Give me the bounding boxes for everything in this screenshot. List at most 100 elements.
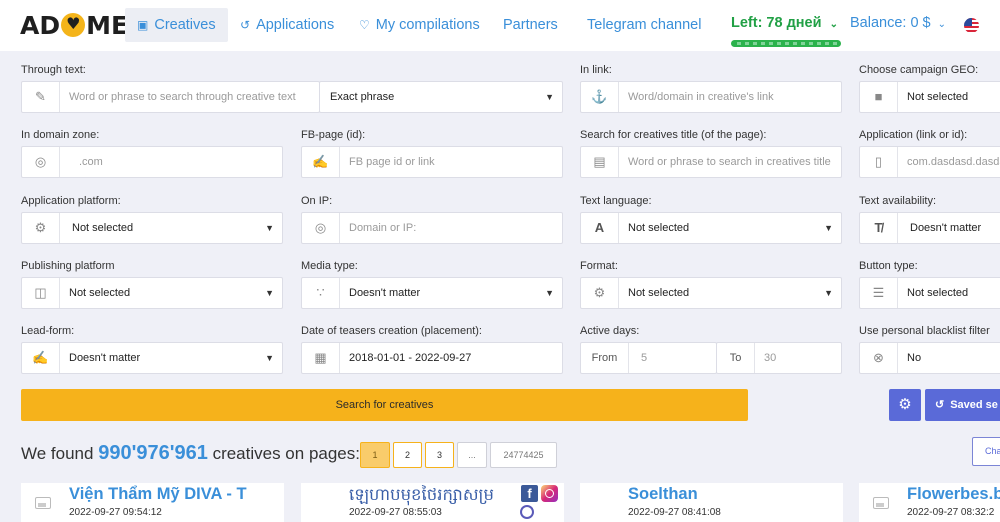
results-count: We found 990'976'961 creatives on pages: bbox=[21, 442, 360, 465]
through-text-input[interactable]: ✎ Word or phrase to search through creat… bbox=[21, 81, 320, 113]
text-language-select[interactable]: A Not selected ▼ bbox=[580, 212, 842, 244]
through-text-label: Through text: bbox=[21, 64, 86, 76]
nav-creatives-label: Creatives bbox=[154, 17, 216, 33]
publishing-platform-label: Publishing platform bbox=[21, 260, 115, 272]
active-days-from-placeholder: 5 bbox=[641, 352, 648, 364]
campaign-geo-value: Not selected bbox=[907, 91, 969, 103]
campaign-geo-label: Choose campaign GEO: bbox=[859, 64, 979, 76]
active-days-from-input[interactable]: From 5 bbox=[580, 342, 717, 374]
on-ip-placeholder: Domain or IP: bbox=[349, 222, 417, 234]
chevron-down-icon: ▼ bbox=[824, 223, 833, 233]
button-type-label: Button type: bbox=[859, 260, 918, 272]
change-view-button[interactable]: Cha bbox=[972, 437, 1000, 466]
lead-form-select[interactable]: ✍ Doesn't matter ▼ bbox=[21, 342, 283, 374]
creative-title-input[interactable]: ▤ Word or phrase to search in creatives … bbox=[580, 146, 842, 178]
chevron-down-icon: ▼ bbox=[824, 288, 833, 298]
button-type-select[interactable]: ☰ Not selected bbox=[859, 277, 1000, 309]
date-range-input[interactable]: ▦ 2018-01-01 - 2022-09-27 bbox=[301, 342, 563, 374]
saved-searches-button[interactable]: ↺ Saved se bbox=[925, 389, 1000, 421]
nav-partners[interactable]: Partners bbox=[503, 0, 558, 51]
nav-compilations-label: My compilations bbox=[375, 17, 480, 33]
active-days-to-input[interactable]: To 30 bbox=[716, 342, 842, 374]
button-type-value: Not selected bbox=[907, 287, 969, 299]
blacklist-select[interactable]: ⊗ No bbox=[859, 342, 1000, 374]
nav-creatives[interactable]: ▣ Creatives bbox=[125, 8, 228, 42]
in-link-label: In link: bbox=[580, 64, 612, 76]
creative-title[interactable]: Viện Thẩm Mỹ DIVA - T bbox=[69, 485, 247, 504]
chevron-down-icon: ▼ bbox=[265, 223, 274, 233]
page-button-1[interactable]: 1 bbox=[360, 442, 390, 468]
date-creation-label: Date of teasers creation (placement): bbox=[301, 325, 482, 337]
page-edit-icon: ✍ bbox=[302, 147, 340, 177]
app-platform-select[interactable]: ⚙ Not selected ▼ bbox=[21, 212, 283, 244]
nav-telegram-channel[interactable]: Telegram channel bbox=[587, 0, 701, 51]
text-availability-select[interactable]: T̸ Doesn't matter bbox=[859, 212, 1000, 244]
publishing-platform-value: Not selected bbox=[69, 287, 131, 299]
user-icon bbox=[520, 505, 534, 519]
format-select[interactable]: ⚙ Not selected ▼ bbox=[580, 277, 842, 309]
lead-form-value: Doesn't matter bbox=[69, 352, 141, 364]
phrase-mode-select[interactable]: Exact phrase ▼ bbox=[319, 81, 563, 113]
media-type-select[interactable]: ∵ Doesn't matter ▼ bbox=[301, 277, 563, 309]
chevron-down-icon: ▼ bbox=[545, 288, 554, 298]
text-language-label: Text language: bbox=[580, 195, 652, 207]
nav-partners-label: Partners bbox=[503, 17, 558, 33]
shopping-bag-icon: ◫ bbox=[22, 278, 60, 308]
creative-card[interactable]: Flowerbes.b 2022-09-27 08:32:2 bbox=[859, 483, 1000, 522]
application-label: Application (link or id): bbox=[859, 129, 968, 141]
block-icon: ⊗ bbox=[860, 343, 898, 373]
phrase-mode-value: Exact phrase bbox=[330, 91, 395, 103]
android-icon: ⚙ bbox=[22, 213, 60, 243]
domain-zone-input[interactable]: ◎ .com bbox=[21, 146, 283, 178]
text-availability-value: Doesn't matter bbox=[910, 222, 982, 234]
application-input[interactable]: ▯ com.dasdasd.dasdasd bbox=[859, 146, 1000, 178]
subscription-days-left[interactable]: Left: 78 дней ⌄ bbox=[731, 15, 838, 31]
app-platform-label: Application platform: bbox=[21, 195, 121, 207]
page-button-2[interactable]: 2 bbox=[393, 442, 422, 468]
on-ip-label: On IP: bbox=[301, 195, 333, 207]
globe-icon: ◎ bbox=[302, 213, 340, 243]
creative-title[interactable]: Soelthan bbox=[628, 485, 698, 504]
logo[interactable]: AD ME bbox=[20, 11, 128, 40]
calendar-icon: ▦ bbox=[302, 343, 340, 373]
lead-form-label: Lead-form: bbox=[21, 325, 75, 337]
campaign-geo-select[interactable]: ■ Not selected bbox=[859, 81, 1000, 113]
page-button-last[interactable]: 24774425 bbox=[490, 442, 557, 468]
document-icon: ▤ bbox=[581, 147, 619, 177]
creative-card[interactable]: Viện Thẩm Mỹ DIVA - T 2022-09-27 09:54:1… bbox=[21, 483, 284, 522]
blacklist-label: Use personal blacklist filter bbox=[859, 325, 990, 337]
page-button-3[interactable]: 3 bbox=[425, 442, 454, 468]
creative-card[interactable]: Soelthan 2022-09-27 08:41:08 bbox=[580, 483, 843, 522]
facebook-icon: f bbox=[521, 485, 538, 502]
in-link-placeholder: Word/domain in creative's link bbox=[628, 91, 774, 103]
settings-button[interactable]: ⚙ bbox=[889, 389, 921, 421]
active-days-to-label: To bbox=[717, 343, 755, 373]
nav-my-compilations[interactable]: ♡ My compilations bbox=[359, 0, 480, 51]
balance-menu[interactable]: Balance: 0 $ ⌄ bbox=[850, 15, 946, 31]
phone-icon: ▯ bbox=[860, 147, 898, 177]
on-ip-input[interactable]: ◎ Domain or IP: bbox=[301, 212, 563, 244]
nav-applications[interactable]: ↺ Applications bbox=[240, 0, 334, 51]
us-flag-icon[interactable] bbox=[964, 18, 979, 33]
fb-page-input[interactable]: ✍ FB page id or link bbox=[301, 146, 563, 178]
map-icon: ■ bbox=[860, 82, 898, 112]
chevron-down-icon: ⌄ bbox=[829, 19, 838, 30]
balance-text: Balance: 0 $ bbox=[850, 15, 931, 31]
pencil-icon: ✎ bbox=[22, 82, 60, 112]
creative-date: 2022-09-27 08:41:08 bbox=[628, 507, 721, 518]
page-ellipsis: ... bbox=[457, 442, 487, 468]
media-type-value: Doesn't matter bbox=[349, 287, 421, 299]
creative-title[interactable]: Flowerbes.b bbox=[907, 485, 1000, 504]
image-icon: ▣ bbox=[137, 18, 149, 32]
active-days-from-label: From bbox=[581, 343, 629, 373]
creative-card[interactable]: ឡេហាបមុខថៃរក្សាសម្រ f 2022-09-27 08:55:0… bbox=[301, 483, 564, 522]
chevron-down-icon: ⌄ bbox=[937, 19, 947, 30]
list-circle-icon: ☰ bbox=[860, 278, 898, 308]
results-prefix: We found bbox=[21, 444, 94, 463]
publishing-platform-select[interactable]: ◫ Not selected ▼ bbox=[21, 277, 283, 309]
image-placeholder-icon bbox=[873, 497, 889, 509]
in-link-input[interactable]: ⚓ Word/domain in creative's link bbox=[580, 81, 842, 113]
search-creatives-button[interactable]: Search for creatives bbox=[21, 389, 748, 421]
creative-date: 2022-09-27 09:54:12 bbox=[69, 507, 162, 518]
text-availability-label: Text availability: bbox=[859, 195, 937, 207]
